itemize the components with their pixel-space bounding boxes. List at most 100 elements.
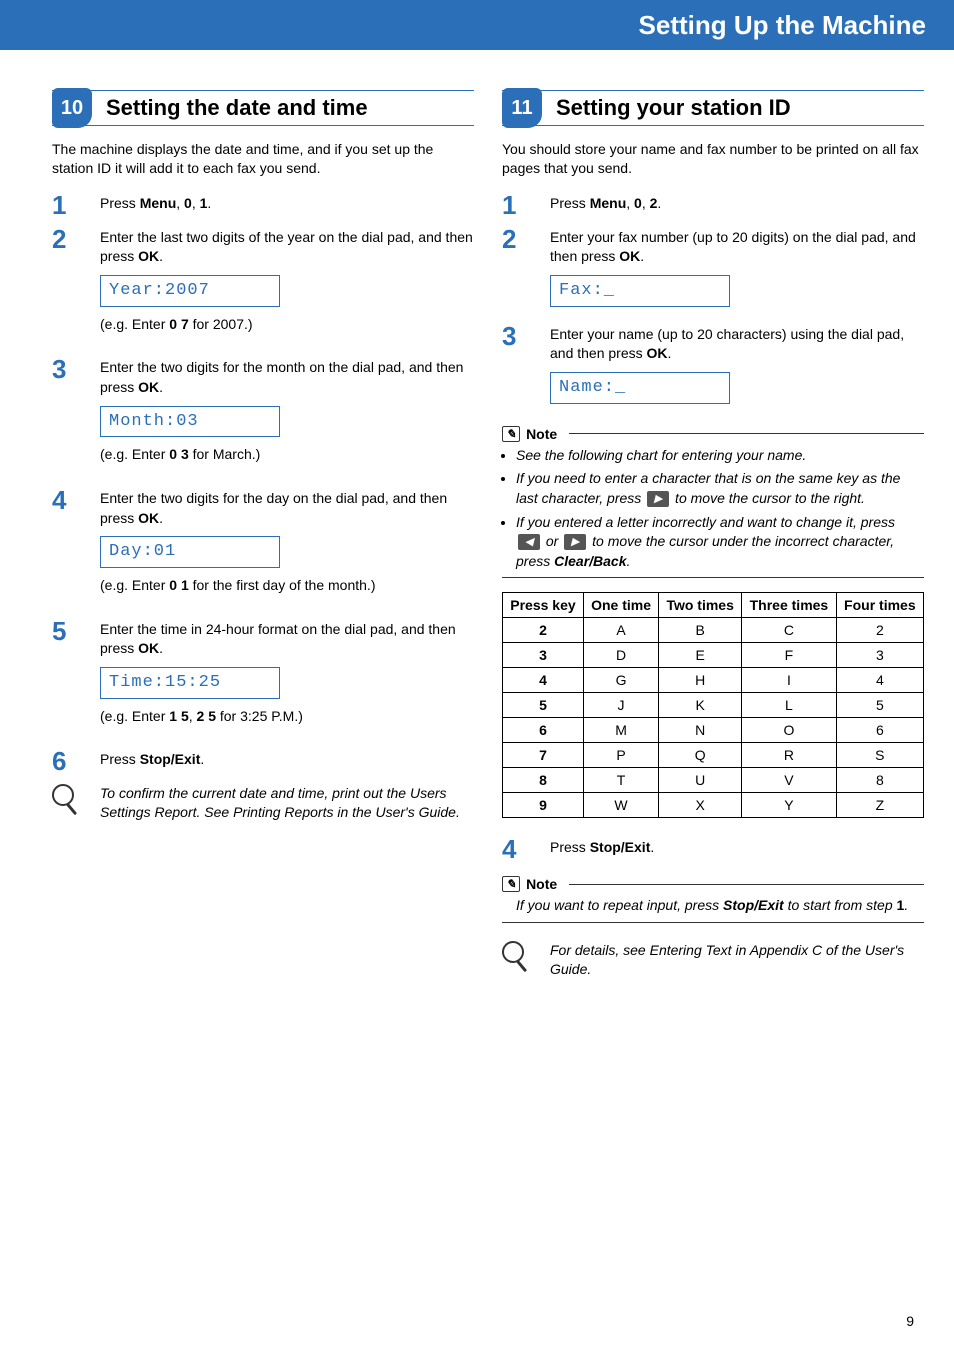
- td: W: [583, 793, 658, 818]
- td: R: [742, 743, 837, 768]
- r-step-3-body: Enter your name (up to 20 characters) us…: [550, 323, 924, 412]
- section-head-10: 10 Setting the date and time: [52, 90, 474, 126]
- lcd-fax: Fax:_: [550, 275, 730, 307]
- td: Y: [742, 793, 837, 818]
- note-repeat-input: ✎ Note If you want to repeat input, pres…: [502, 876, 924, 923]
- t: .: [627, 553, 631, 569]
- note-li-3: If you entered a letter incorrectly and …: [516, 513, 924, 572]
- td: 3: [503, 643, 584, 668]
- lcd-name: Name:_: [550, 372, 730, 404]
- note-li-1: See the following chart for entering you…: [516, 446, 924, 466]
- r-step-2: 2 Enter your fax number (up to 20 digits…: [502, 226, 924, 315]
- td: I: [742, 668, 837, 693]
- step-num-4: 4: [52, 487, 100, 610]
- right-column: 11 Setting your station ID You should st…: [502, 90, 924, 979]
- td: 3: [836, 643, 923, 668]
- b: Stop/Exit: [590, 839, 651, 855]
- t: .: [159, 248, 163, 264]
- t: Enter your fax number (up to 20 digits) …: [550, 229, 916, 265]
- table-row: 9WXYZ: [503, 793, 924, 818]
- note-head: ✎ Note: [502, 876, 924, 892]
- note-icon: ✎: [502, 426, 520, 442]
- td: 7: [503, 743, 584, 768]
- t: ,: [642, 195, 650, 211]
- t: (e.g. Enter: [100, 577, 169, 593]
- b: Stop/Exit: [723, 897, 784, 913]
- b: 0: [634, 195, 642, 211]
- t: for 2007.): [189, 316, 253, 332]
- td: 6: [836, 718, 923, 743]
- r-step-num-2: 2: [502, 226, 550, 315]
- t: If you want to repeat input, press: [516, 897, 723, 913]
- td: M: [583, 718, 658, 743]
- b: Clear/Back: [554, 553, 626, 569]
- td: L: [742, 693, 837, 718]
- td: C: [742, 618, 837, 643]
- intro-station-id: You should store your name and fax numbe…: [502, 140, 924, 178]
- lcd-time: Time:15:25: [100, 667, 280, 699]
- t: for the first day of the month.): [189, 577, 376, 593]
- td: G: [583, 668, 658, 693]
- b: 2 5: [197, 708, 216, 724]
- td: A: [583, 618, 658, 643]
- arrow-left-icon: ◀: [518, 534, 540, 550]
- lcd-year: Year:2007: [100, 275, 280, 307]
- td: 5: [503, 693, 584, 718]
- arrow-right-icon: ▶: [564, 534, 586, 550]
- table-row: 2ABC2: [503, 618, 924, 643]
- step-1: 1 Press Menu, 0, 1.: [52, 192, 474, 218]
- th: Two times: [659, 593, 742, 618]
- step-3-body: Enter the two digits for the month on th…: [100, 356, 474, 479]
- td: X: [659, 793, 742, 818]
- header-band: Setting Up the Machine: [0, 0, 954, 50]
- b: 0 3: [169, 446, 188, 462]
- td: 5: [836, 693, 923, 718]
- b: 1 5: [169, 708, 188, 724]
- b: Stop/Exit: [140, 751, 201, 767]
- step-num-5: 5: [52, 618, 100, 741]
- magnifier-icon: [502, 941, 550, 979]
- b: Menu: [590, 195, 627, 211]
- table-row: 6MNO6: [503, 718, 924, 743]
- left-column: 10 Setting the date and time The machine…: [52, 90, 474, 979]
- t: Press: [100, 195, 140, 211]
- eg-day: (e.g. Enter 0 1 for the first day of the…: [100, 576, 474, 596]
- t: Press: [100, 751, 140, 767]
- r-step-1-body: Press Menu, 0, 2.: [550, 192, 924, 218]
- b: 0: [184, 195, 192, 211]
- t: .: [668, 345, 672, 361]
- b: Menu: [140, 195, 177, 211]
- t: (e.g. Enter: [100, 708, 169, 724]
- lcd-month: Month:03: [100, 406, 280, 438]
- step-num-6: 6: [52, 748, 100, 774]
- td: T: [583, 768, 658, 793]
- r-step-4-body: Press Stop/Exit.: [550, 836, 924, 862]
- tip-text: For details, see Entering Text in Append…: [550, 941, 924, 979]
- b: OK: [138, 248, 159, 264]
- td: 6: [503, 718, 584, 743]
- t: to move the cursor to the right.: [671, 490, 865, 506]
- t: to start from step: [784, 897, 897, 913]
- lcd-day: Day:01: [100, 536, 280, 568]
- tip-text: To confirm the current date and time, pr…: [100, 784, 474, 822]
- t: ,: [189, 708, 197, 724]
- char-entry-table: Press key One time Two times Three times…: [502, 592, 924, 818]
- step-2: 2 Enter the last two digits of the year …: [52, 226, 474, 349]
- tip-entering-text: For details, see Entering Text in Append…: [502, 941, 924, 979]
- td: D: [583, 643, 658, 668]
- td: Z: [836, 793, 923, 818]
- table-row: 8TUV8: [503, 768, 924, 793]
- t: .: [200, 751, 204, 767]
- r-step-4: 4 Press Stop/Exit.: [502, 836, 924, 862]
- th: One time: [583, 593, 658, 618]
- td: U: [659, 768, 742, 793]
- note-rule-bottom: [502, 577, 924, 578]
- step-4: 4 Enter the two digits for the day on th…: [52, 487, 474, 610]
- th: Four times: [836, 593, 923, 618]
- note-head: ✎ Note: [502, 426, 924, 442]
- note-body: If you want to repeat input, press Stop/…: [502, 896, 924, 916]
- table-row: 5JKL5: [503, 693, 924, 718]
- td: 4: [503, 668, 584, 693]
- td: 4: [836, 668, 923, 693]
- table-row: 3DEF3: [503, 643, 924, 668]
